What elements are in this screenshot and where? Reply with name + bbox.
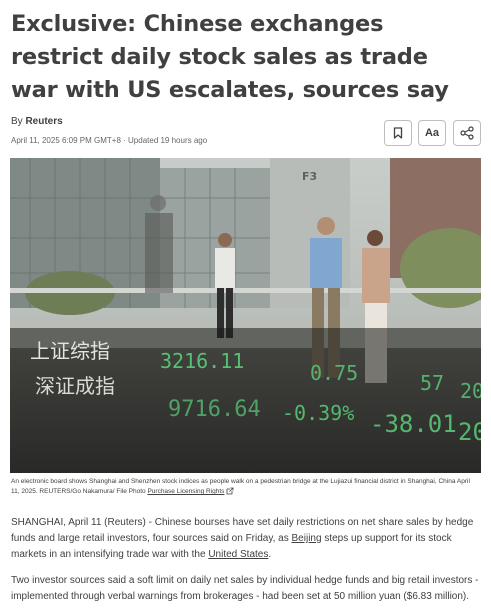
- stock-board-photo: 上证综指 深证成指 3216.11 0.75 57 20 9716.64 -0.…: [10, 158, 481, 473]
- beijing-link[interactable]: Beijing: [292, 533, 322, 544]
- ticker-change: -0.39%: [282, 401, 354, 425]
- author-link[interactable]: Reuters: [25, 116, 62, 127]
- text-size-button[interactable]: Aa: [418, 120, 446, 146]
- ticker-time: 20: [458, 418, 481, 446]
- united-states-link[interactable]: United States: [208, 549, 268, 560]
- photo-caption: An electronic board shows Shanghai and S…: [11, 477, 479, 497]
- body-paragraph-2: Two investor sources said a soft limit o…: [11, 575, 479, 602]
- publish-dateline: April 11, 2025 6:09 PM GMT+8 · Updated 1…: [11, 136, 208, 145]
- ticker-points: 57: [420, 371, 444, 395]
- ticker-value: 9716.64: [168, 397, 261, 422]
- byline-prefix: By: [11, 116, 26, 127]
- caption-text: An electronic board shows Shanghai and S…: [11, 478, 470, 495]
- ticker-change: 0.75: [310, 361, 358, 385]
- board-label-shanghai: 上证综指: [30, 339, 110, 363]
- ticker-value: 3216.11: [160, 349, 244, 373]
- body-paragraph-1: SHANGHAI, April 11 (Reuters) - Chinese b…: [11, 515, 481, 563]
- ticker-time: 20: [460, 379, 481, 403]
- article-photo[interactable]: 上证综指 深证成指 3216.11 0.75 57 20 9716.64 -0.…: [10, 158, 481, 473]
- licensing-link[interactable]: Purchase Licensing Rights: [147, 488, 224, 495]
- article-headline: Exclusive: Chinese exchanges restrict da…: [11, 11, 449, 103]
- byline: By Reuters: [11, 116, 63, 127]
- p1-text-c: .: [268, 549, 272, 560]
- share-icon: [460, 126, 474, 140]
- ticker-points: -38.01: [370, 410, 457, 438]
- external-link-icon[interactable]: [226, 487, 234, 495]
- share-button[interactable]: [453, 120, 481, 146]
- board-label-shenzhen: 深证成指: [35, 374, 115, 398]
- bookmark-icon: [393, 127, 403, 139]
- text-size-label: Aa: [424, 127, 440, 139]
- board-code: F3: [302, 170, 317, 183]
- bookmark-button[interactable]: [384, 120, 412, 146]
